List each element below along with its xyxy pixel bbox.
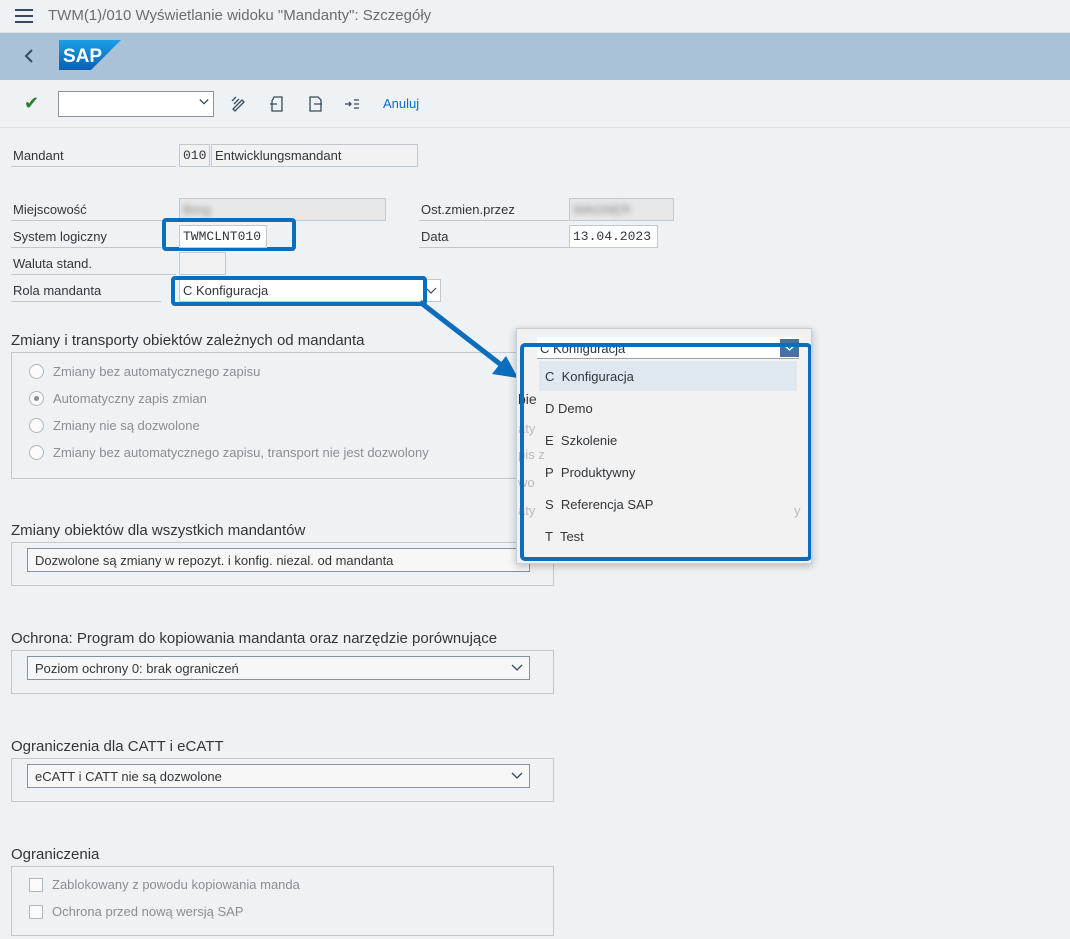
dropdown-highlight (520, 343, 811, 561)
role-dropdown-popup: bie aty pis z wo aty y C Konfiguracja C … (516, 328, 812, 564)
